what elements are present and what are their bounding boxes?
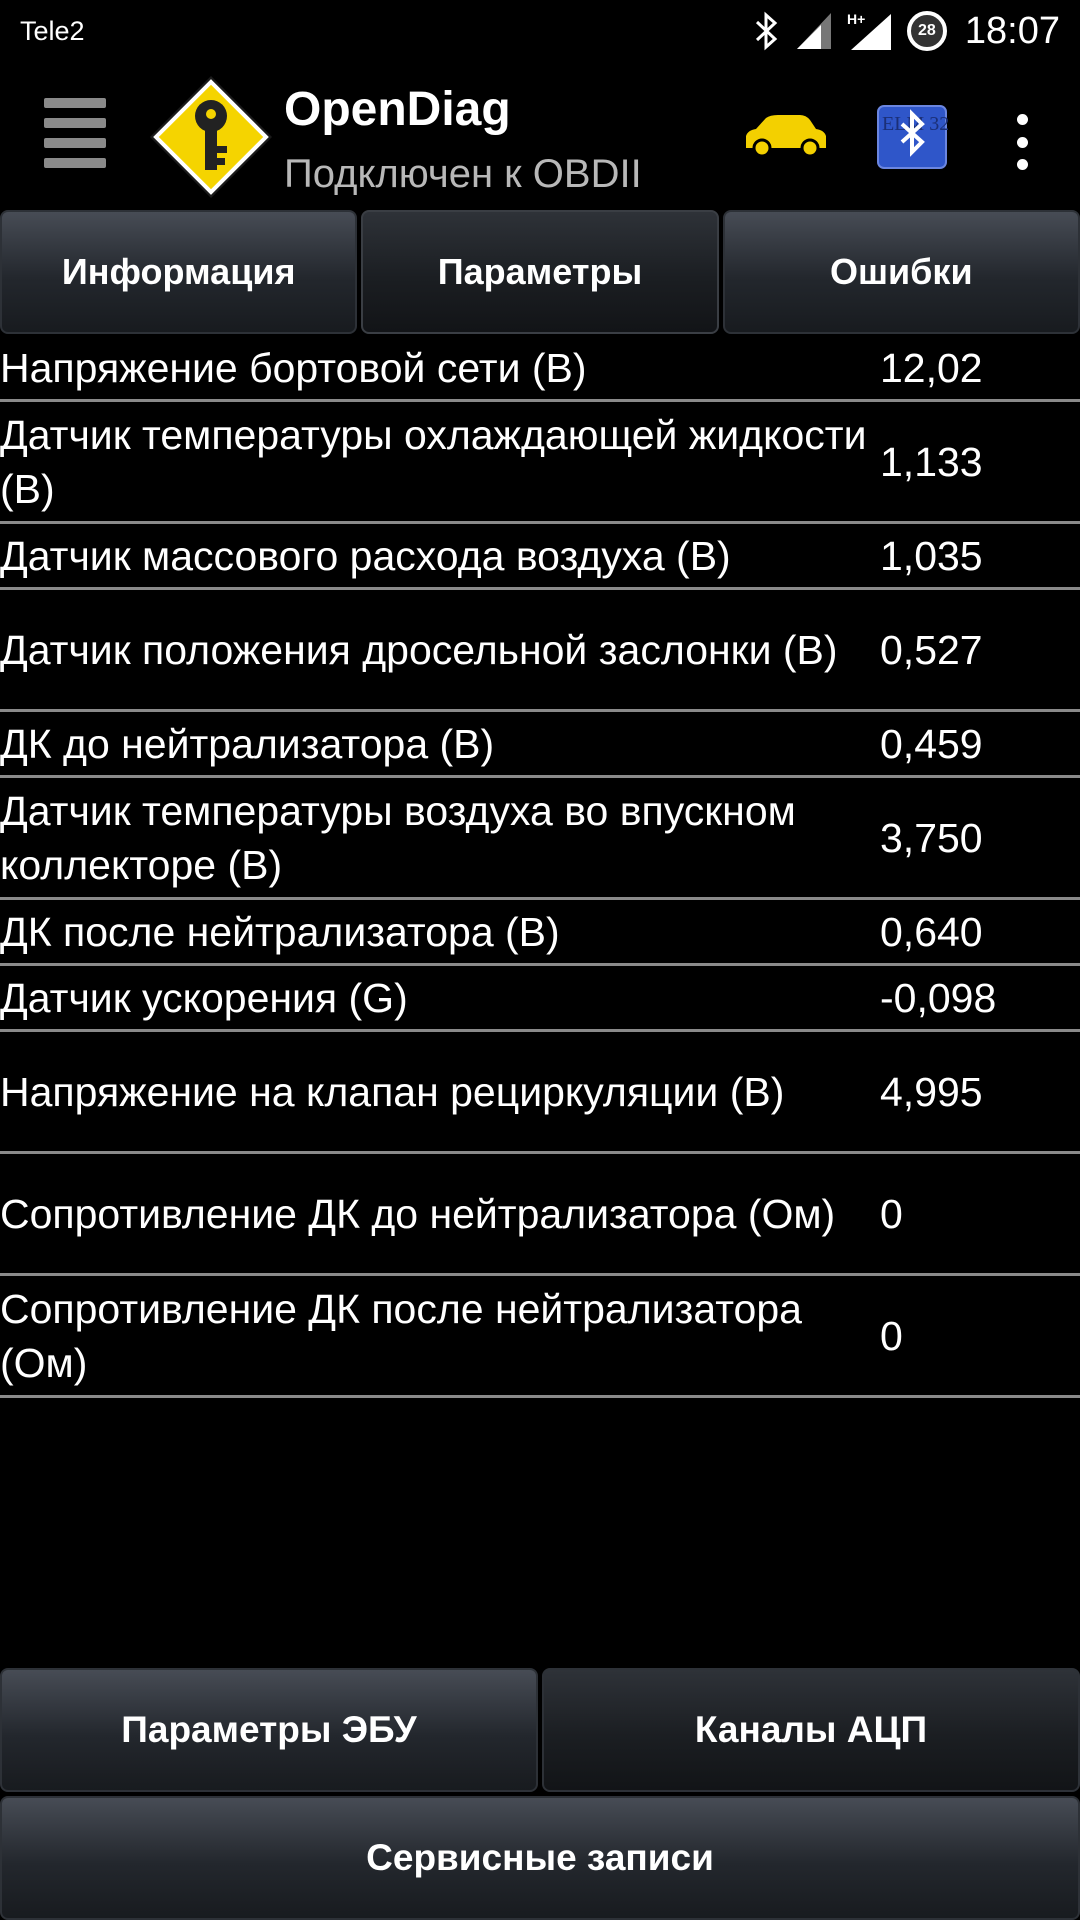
connection-status: Подключен к OBDII [284,152,642,196]
status-bar: Tele2 H+ 28 18:07 [0,0,1080,62]
status-icons: H+ 28 18:07 [751,8,1060,54]
parameter-value: 0,459 [880,720,983,767]
list-item: Сопротивление ДК после нейтрализатора (О… [0,1276,1080,1398]
list-item: Напряжение на клапан рециркуляции (В) 4,… [0,1032,1080,1154]
tab-bar: Информация Параметры Ошибки [0,210,1080,336]
list-item: Напряжение бортовой сети (В) 12,02 [0,336,1080,402]
battery-level: 28 [918,22,936,39]
tab-errors[interactable]: Ошибки [722,210,1080,334]
parameter-label: Датчик положения дросельной заслонки (В) [0,626,838,673]
mobile-data-signal-icon: H+ [847,11,891,50]
parameter-label: ДК после нейтрализатора (В) [0,908,560,955]
parameter-label: Напряжение бортовой сети (В) [0,344,587,391]
tab-information[interactable]: Информация [0,210,358,334]
tab-parameters[interactable]: Параметры [361,210,719,334]
app-title: OpenDiag [284,83,511,136]
list-item: Датчик температуры охлаждающей жидкости … [0,402,1080,524]
parameter-label: Датчик температуры воздуха во впускном к… [0,787,796,888]
parameter-label: Сопротивление ДК до нейтрализатора (Ом) [0,1190,836,1237]
parameter-value: 0 [880,1190,903,1237]
list-item: Датчик температуры воздуха во впускном к… [0,778,1080,900]
parameter-value: 3,750 [880,814,983,861]
elm327-bluetooth-icon[interactable]: ELM 327 [876,104,948,170]
signal-strength-icon [796,13,831,49]
parameter-label: Датчик ускорения (G) [0,974,408,1021]
action-bar: OpenDiag Подключен к OBDII ELM 327 [0,62,1080,210]
parameter-label: ДК до нейтрализатора (В) [0,720,495,767]
network-type-label: H+ [847,11,865,27]
clock: 18:07 [964,9,1060,52]
list-item: ДК до нейтрализатора (В) 0,459 [0,712,1080,778]
parameter-label: Сопротивление ДК после нейтрализатора (О… [0,1285,802,1386]
overflow-menu-icon[interactable] [1012,114,1032,170]
ecu-parameters-button[interactable]: Параметры ЭБУ [0,1668,538,1792]
menu-icon[interactable] [44,98,106,168]
app-logo-key-icon[interactable] [146,72,276,202]
parameter-value: 4,995 [880,1068,983,1115]
parameter-label: Напряжение на клапан рециркуляции (В) [0,1068,785,1115]
list-item: Датчик положения дросельной заслонки (В)… [0,590,1080,712]
parameter-value: 0 [880,1312,903,1359]
adc-channels-button[interactable]: Каналы АЦП [542,1668,1080,1792]
list-item: Датчик ускорения (G) -0,098 [0,966,1080,1032]
parameters-list: Напряжение бортовой сети (В) 12,02 Датчи… [0,336,1080,1398]
list-item: ДК после нейтрализатора (В) 0,640 [0,900,1080,966]
list-item: Сопротивление ДК до нейтрализатора (Ом) … [0,1154,1080,1276]
service-records-button[interactable]: Сервисные записи [0,1796,1080,1920]
carrier-name: Tele2 [20,16,85,46]
parameter-value: 0,527 [880,626,983,673]
parameter-value: 1,133 [880,438,983,485]
parameter-value: 0,640 [880,908,983,955]
car-icon[interactable] [742,112,828,158]
parameter-value: -0,098 [880,974,997,1021]
list-item: Датчик массового расхода воздуха (В) 1,0… [0,524,1080,590]
bluetooth-icon [755,11,778,51]
parameter-label: Датчик температуры охлаждающей жидкости … [0,411,867,512]
parameter-value: 1,035 [880,532,983,579]
parameter-label: Датчик массового расхода воздуха (В) [0,532,731,579]
parameter-value: 12,02 [880,344,983,391]
battery-icon: 28 [906,11,947,51]
